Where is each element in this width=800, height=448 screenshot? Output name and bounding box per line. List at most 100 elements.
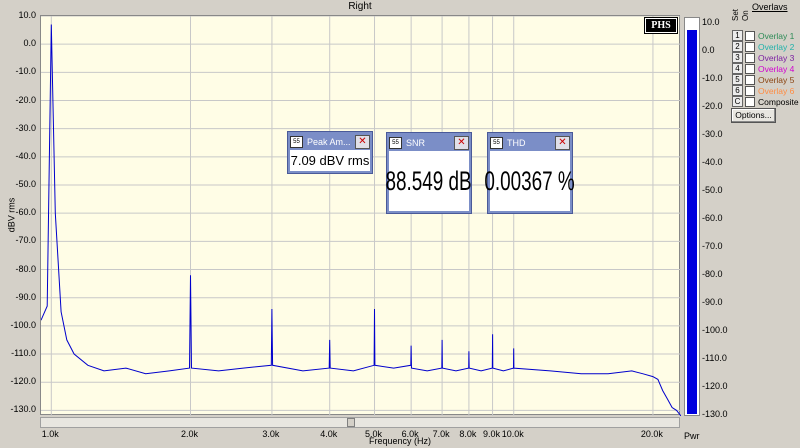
close-icon[interactable]: ✕ bbox=[555, 135, 570, 150]
chart-title: Right bbox=[348, 1, 372, 12]
y-tick-label: -10.0 bbox=[15, 66, 36, 77]
close-icon[interactable]: ✕ bbox=[355, 134, 370, 149]
y-tick-label: 0.0 bbox=[23, 38, 36, 49]
overlay-set-button[interactable]: 6 bbox=[732, 85, 743, 96]
meter-window-peak[interactable]: 55 Peak Am... ✕ 7.09 dBV rms bbox=[287, 131, 373, 174]
spectrum-svg bbox=[41, 16, 681, 416]
y-tick-label: -110.0 bbox=[11, 348, 36, 359]
meter-value-text: 0.00367 % bbox=[484, 165, 576, 196]
meter-titlebar[interactable]: 55 Peak Am... ✕ bbox=[290, 134, 370, 149]
spectrum-plot[interactable] bbox=[40, 15, 681, 416]
power-meter-tick: -70.0 bbox=[702, 241, 723, 251]
overlay-checkbox[interactable] bbox=[745, 74, 755, 85]
x-tick-label: 10.0k bbox=[501, 429, 524, 439]
overlay-checkbox[interactable] bbox=[745, 30, 755, 41]
overlay-set-button[interactable]: C bbox=[732, 96, 743, 107]
meter-value: 0.00367 % bbox=[485, 151, 575, 211]
overlay-checkbox[interactable] bbox=[745, 85, 755, 96]
overlay-checkbox[interactable] bbox=[745, 63, 755, 74]
y-tick-label: -80.0 bbox=[15, 263, 36, 274]
x-axis-label: Frequency (Hz) bbox=[368, 436, 431, 446]
meter-title: Peak Am... bbox=[307, 136, 351, 147]
meter-window-snr[interactable]: 55 SNR ✕ 88.549 dB bbox=[386, 132, 472, 214]
overlay-label: Composite bbox=[758, 96, 799, 107]
meter-title: THD bbox=[507, 137, 526, 148]
meter-titlebar[interactable]: 55 SNR ✕ bbox=[389, 135, 469, 150]
x-tick-label: 20.0k bbox=[640, 429, 663, 439]
power-meter-tick: -50.0 bbox=[702, 185, 723, 195]
x-tick-label: 4.0k bbox=[320, 429, 338, 439]
options-button[interactable]: Options... bbox=[731, 108, 776, 123]
y-tick-label: -50.0 bbox=[15, 179, 36, 189]
y-tick-label: -130.0 bbox=[10, 404, 36, 415]
overlay-checkbox[interactable] bbox=[745, 96, 755, 107]
overlay-set-button[interactable]: 5 bbox=[732, 74, 743, 85]
overlays-title: Overlavs bbox=[752, 2, 788, 12]
overlay-label: Overlay 3 bbox=[758, 52, 795, 63]
power-meter-tick: -60.0 bbox=[702, 213, 723, 223]
meter-window-icon: 55 bbox=[389, 136, 402, 149]
y-tick-label: -30.0 bbox=[15, 122, 36, 133]
y-tick-label: -100.0 bbox=[10, 319, 36, 330]
meter-value-text: 88.549 dB bbox=[385, 165, 473, 196]
close-icon[interactable]: ✕ bbox=[454, 135, 469, 150]
power-meter-tick: -30.0 bbox=[702, 129, 723, 139]
x-tick-label: 8.0k bbox=[459, 429, 477, 439]
y-tick-label: -70.0 bbox=[15, 235, 36, 246]
power-meter-tick: -80.0 bbox=[702, 269, 723, 279]
power-meter-tick: 0.0 bbox=[702, 45, 715, 55]
power-meter-tick: -40.0 bbox=[702, 157, 723, 167]
horizontal-scrollbar[interactable] bbox=[40, 417, 680, 428]
power-meter-tick: -90.0 bbox=[702, 297, 723, 307]
power-meter-bar bbox=[687, 30, 697, 414]
overlay-label: Overlay 1 bbox=[758, 30, 795, 41]
overlays-set-header: Set bbox=[731, 8, 740, 21]
power-meter-tick: 10.0 bbox=[702, 17, 720, 27]
overlay-set-button[interactable]: 1 bbox=[732, 30, 743, 41]
y-tick-label: -120.0 bbox=[10, 376, 36, 387]
power-meter-label: Pwr bbox=[684, 431, 700, 441]
x-tick-label: 2.0k bbox=[180, 429, 199, 439]
x-tick-label: 9.0k bbox=[483, 429, 501, 439]
meter-title: SNR bbox=[406, 137, 426, 148]
overlay-row: 1 Overlay 1 bbox=[732, 30, 794, 41]
power-meter-tick: -120.0 bbox=[702, 381, 728, 391]
x-tick-label: 3.0k bbox=[262, 429, 280, 439]
overlay-label: Overlay 2 bbox=[758, 41, 795, 52]
overlay-row: 4 Overlay 4 bbox=[732, 63, 794, 74]
meter-window-icon: 55 bbox=[490, 136, 503, 149]
overlay-row: 3 Overlay 3 bbox=[732, 52, 794, 63]
y-tick-label: -90.0 bbox=[15, 291, 36, 302]
spectrum-trace bbox=[41, 24, 681, 416]
overlay-set-button[interactable]: 2 bbox=[732, 41, 743, 52]
overlay-checkbox[interactable] bbox=[745, 52, 755, 63]
meter-window-thd[interactable]: 55 THD ✕ 0.00367 % bbox=[485, 132, 575, 214]
overlay-set-button[interactable]: 3 bbox=[732, 52, 743, 63]
x-tick-label: 1.0k bbox=[41, 429, 59, 439]
overlay-row: 2 Overlay 2 bbox=[732, 41, 794, 52]
y-tick-label: -20.0 bbox=[15, 94, 36, 105]
power-meter-tick: -100.0 bbox=[702, 325, 728, 335]
phs-logo: PHS bbox=[645, 18, 677, 33]
overlays-on-header: On bbox=[741, 10, 750, 21]
meter-value-text: 7.09 dBV rms bbox=[290, 153, 370, 168]
y-tick-label: -60.0 bbox=[15, 207, 36, 218]
overlay-row: C Composite bbox=[732, 96, 799, 107]
power-meter-tick: -20.0 bbox=[702, 101, 723, 111]
scrollbar-thumb[interactable] bbox=[347, 418, 355, 427]
overlay-row: 6 Overlay 6 bbox=[732, 85, 794, 96]
overlay-label: Overlay 6 bbox=[758, 85, 795, 96]
overlay-row: 5 Overlay 5 bbox=[732, 74, 794, 85]
power-meter-tick: -130.0 bbox=[702, 409, 728, 419]
overlay-label: Overlay 4 bbox=[758, 63, 795, 74]
overlay-label: Overlay 5 bbox=[758, 74, 795, 85]
power-meter-tick: -110.0 bbox=[702, 353, 727, 363]
y-tick-label: -40.0 bbox=[15, 150, 36, 161]
overlay-checkbox[interactable] bbox=[745, 41, 755, 52]
y-tick-label: 10.0 bbox=[18, 10, 36, 20]
meter-value: 7.09 dBV rms bbox=[290, 150, 370, 171]
meter-value: 88.549 dB bbox=[385, 151, 473, 211]
meter-titlebar[interactable]: 55 THD ✕ bbox=[490, 135, 570, 150]
meter-window-icon: 55 bbox=[290, 135, 303, 148]
overlay-set-button[interactable]: 4 bbox=[732, 63, 743, 74]
